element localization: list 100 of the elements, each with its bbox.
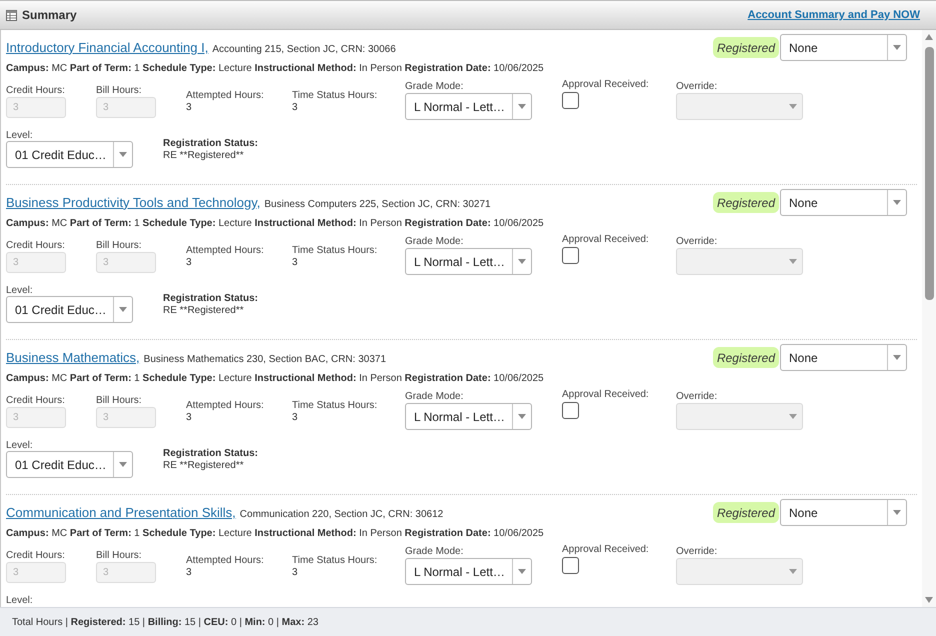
field-label: Time Status Hours: (292, 245, 378, 257)
field-label: Time Status Hours: (292, 555, 378, 567)
field-label: Attempted Hours: (186, 400, 265, 412)
table-icon (6, 10, 17, 20)
course-title-link[interactable]: Introductory Financial Accounting I, (6, 38, 208, 58)
caret-icon (518, 569, 526, 574)
field-label: Level: (6, 440, 34, 451)
course-title-link[interactable]: Business Productivity Tools and Technology, (6, 192, 260, 212)
field-value: RE **Registered** (163, 305, 245, 317)
field-label: Approval Received: (562, 234, 650, 246)
field-label: Bill Hours: (96, 85, 143, 97)
course-info: Campus: MC Part of Term: 1 Schedule Type: Lecture Instructional Method: In Person Registration Date: 10/06/2025 (6, 528, 545, 540)
field-label: Attempted Hours: (186, 555, 265, 567)
caret-icon (518, 259, 526, 264)
course-details: Accounting 215, Section JC, CRN: 30066 (212, 42, 396, 57)
grade-mode-select[interactable]: L Normal - Lett… (405, 558, 532, 585)
field-label: Override: (676, 546, 718, 558)
caret-icon (893, 45, 901, 50)
field-label: Time Status Hours: (292, 400, 378, 412)
course-info: Campus: MC Part of Term: 1 Schedule Type: Lecture Instructional Method: In Person Registration Date: 10/06/2025 (6, 373, 545, 385)
field-value: 3 (292, 257, 299, 269)
field-label: Bill Hours: (96, 240, 143, 252)
field-label: Override: (676, 391, 718, 403)
caret-icon (788, 414, 796, 419)
field-value: 3 (186, 567, 193, 579)
field-value: 3 (186, 412, 193, 424)
field-label: Approval Received: (562, 389, 650, 401)
field-label: Bill Hours: (96, 395, 143, 407)
field-label: Grade Mode: (405, 391, 464, 403)
caret-icon (518, 104, 526, 109)
scroll-thumb[interactable] (924, 47, 934, 300)
scroll-up-icon[interactable] (925, 34, 933, 40)
action-select[interactable]: None (780, 189, 907, 216)
level-select[interactable]: 01 Credit Educ… (6, 296, 133, 323)
grade-mode-select[interactable]: L Normal - Lett… (405, 248, 532, 275)
status-badge: Registered (712, 192, 779, 213)
caret-icon (119, 307, 127, 312)
field-label: Credit Hours: (6, 550, 66, 562)
field-label: Credit Hours: (6, 395, 66, 407)
caret-icon (119, 462, 127, 467)
field-label: Attempted Hours: (186, 90, 265, 102)
approval-checkbox[interactable] (562, 247, 579, 264)
field-label: Grade Mode: (405, 81, 464, 93)
course-info: Campus: MC Part of Term: 1 Schedule Type: Lecture Instructional Method: In Person Registration Date: 10/06/2025 (6, 218, 545, 230)
account-summary-link[interactable]: Account Summary and Pay NOW (748, 6, 920, 24)
field-value: 3 (292, 412, 299, 424)
grade-mode-select[interactable]: L Normal - Lett… (405, 403, 532, 430)
field-label: Approval Received: (562, 79, 650, 91)
header-title: Summary (22, 7, 77, 24)
field-value: RE **Registered** (163, 460, 245, 472)
course-title-link[interactable]: Communication and Presentation Skills, (6, 502, 236, 522)
status-badge: Registered (712, 37, 779, 58)
field-label: Credit Hours: (6, 85, 66, 97)
field-value: RE **Registered** (163, 150, 245, 162)
action-select[interactable]: None (780, 499, 907, 526)
action-select[interactable]: None (780, 344, 907, 371)
field-label: Grade Mode: (405, 236, 464, 248)
field-label: Override: (676, 236, 718, 248)
level-select[interactable]: 01 Credit Educ… (6, 451, 133, 478)
field-label: Approval Received: (562, 544, 650, 556)
caret-icon (518, 414, 526, 419)
caret-icon (893, 510, 901, 515)
caret-icon (119, 152, 127, 157)
course-title-link[interactable]: Business Mathematics, (6, 348, 140, 368)
field-label: Override: (676, 81, 718, 93)
course-details: Business Mathematics 230, Section BAC, CRN: 30371 (144, 352, 386, 367)
caret-icon (788, 569, 796, 574)
field-value: 3 (292, 567, 299, 579)
scroll-down-icon[interactable] (925, 597, 933, 603)
course-details: Communication 220, Section JC, CRN: 30612 (240, 508, 444, 522)
field-label: Level: (6, 595, 34, 606)
field-value: 3 (186, 102, 193, 114)
field-label: Registration Status: (163, 293, 258, 305)
field-label: Grade Mode: (405, 546, 464, 558)
status-badge: Registered (712, 347, 779, 368)
approval-checkbox[interactable] (562, 402, 579, 419)
field-label: Time Status Hours: (292, 90, 378, 102)
field-label: Attempted Hours: (186, 245, 265, 257)
level-select[interactable]: 01 Credit Educ… (6, 141, 133, 168)
scrollbar[interactable] (922, 30, 936, 607)
caret-icon (893, 200, 901, 205)
field-label: Credit Hours: (6, 240, 66, 252)
action-select[interactable]: None (780, 34, 907, 61)
field-value: 3 (186, 257, 193, 269)
approval-checkbox[interactable] (562, 92, 579, 109)
field-label: Level: (6, 130, 34, 141)
course-details: Business Computers 225, Section JC, CRN: 30271 (264, 198, 491, 212)
grade-mode-select[interactable]: L Normal - Lett… (405, 93, 532, 120)
approval-checkbox[interactable] (562, 557, 579, 574)
field-value: 3 (292, 102, 299, 114)
field-label: Registration Status: (163, 138, 258, 150)
total-hours-summary: Total Hours | Registered: 15 | Billing: 15 | CEU: 0 | Min: 0 | Max: 23 (12, 616, 318, 630)
status-badge: Registered (712, 502, 779, 523)
field-label: Level: (6, 285, 34, 296)
field-label: Registration Status: (163, 448, 258, 460)
caret-icon (788, 104, 796, 109)
course-info: Campus: MC Part of Term: 1 Schedule Type: Lecture Instructional Method: In Person Registration Date: 10/06/2025 (6, 63, 545, 75)
caret-icon (893, 355, 901, 360)
field-label: Bill Hours: (96, 550, 143, 562)
caret-icon (788, 259, 796, 264)
